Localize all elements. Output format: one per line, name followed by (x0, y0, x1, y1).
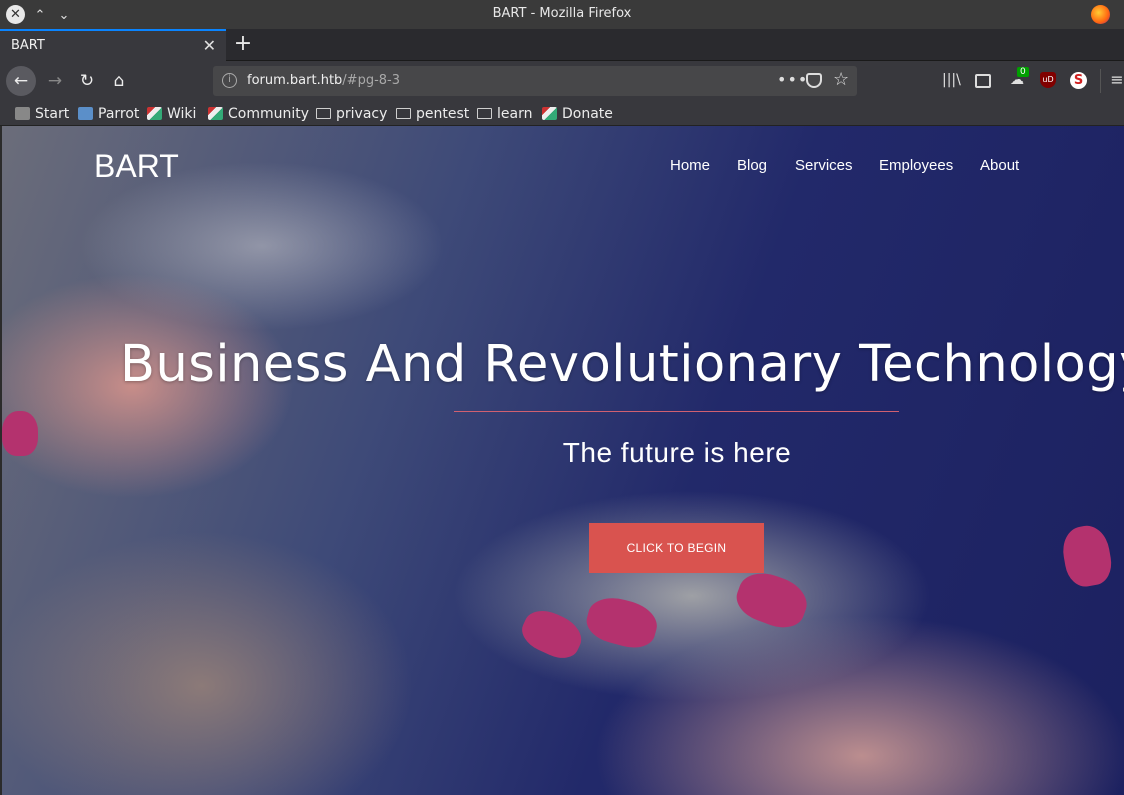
extension-s-icon[interactable]: S (1070, 72, 1087, 89)
bookmark-label: pentest (416, 105, 470, 122)
nav-home[interactable]: Home (670, 157, 710, 174)
site-info-icon[interactable]: i (222, 73, 237, 88)
bookmark-folder-privacy[interactable]: privacy (316, 104, 387, 123)
nav-employees[interactable]: Employees (879, 157, 953, 174)
window-titlebar: ✕ ⌃ ⌄ BART - Mozilla Firefox (0, 0, 1124, 29)
url-host: forum.bart.htb (247, 73, 343, 88)
tab-close-icon[interactable]: ✕ (203, 36, 216, 55)
url-bar[interactable]: i forum.bart.htb/#pg-8-3 ••• ☆ (213, 66, 857, 96)
bookmarks-toolbar: Start Parrot Wiki Community privacy pent… (0, 101, 1124, 126)
ublock-origin-icon[interactable]: uD (1040, 72, 1056, 88)
bookmark-wiki[interactable]: Wiki (147, 104, 196, 123)
pocket-icon[interactable] (806, 73, 822, 88)
firefox-logo-icon (1091, 5, 1110, 24)
bookmark-folder-pentest[interactable]: pentest (396, 104, 469, 123)
hero-divider (454, 411, 899, 412)
page-actions-button[interactable]: ••• (777, 70, 808, 89)
toolbar-separator (1100, 69, 1101, 93)
hero-title: Business And Revolutionary Technology (120, 335, 1124, 394)
extension-badge: 0 (1017, 67, 1029, 77)
bookmark-label: Wiki (167, 105, 197, 122)
parrot-icon (78, 107, 93, 120)
click-to-begin-button[interactable]: CLICK TO BEGIN (589, 523, 764, 573)
home-button[interactable]: ⌂ (104, 66, 134, 96)
folder-icon (316, 108, 331, 119)
bookmark-label: Donate (562, 105, 613, 122)
new-tab-button[interactable]: + (232, 31, 254, 56)
nav-about[interactable]: About (980, 157, 1019, 174)
forward-button[interactable]: → (40, 66, 70, 96)
bookmark-parrot[interactable]: Parrot (78, 104, 139, 123)
url-path: /#pg-8-3 (342, 73, 400, 88)
folder-icon (396, 108, 411, 119)
tab-bart[interactable]: BART ✕ (0, 29, 226, 61)
tab-title: BART (11, 38, 45, 53)
extension-icon[interactable]: ☁ 0 (1007, 67, 1029, 90)
hero-image-detail (582, 591, 662, 654)
reload-button[interactable]: ↻ (72, 66, 102, 96)
nav-services[interactable]: Services (795, 157, 853, 174)
bookmark-label: Community (228, 105, 310, 122)
hamburger-menu-icon[interactable]: ≡ (1110, 70, 1124, 89)
star-icon (15, 107, 30, 120)
library-icon[interactable]: |||\ (942, 72, 961, 90)
page-viewport: BART Home Blog Services Employees About … (2, 126, 1124, 795)
bookmark-label: privacy (336, 105, 388, 122)
bookmark-start[interactable]: Start (15, 104, 69, 123)
tab-strip: BART ✕ + (0, 29, 1124, 61)
kali-icon (542, 107, 557, 120)
folder-icon (477, 108, 492, 119)
window-title: BART - Mozilla Firefox (492, 6, 632, 21)
site-logo[interactable]: BART (94, 148, 179, 185)
hero-subtitle: The future is here (562, 437, 792, 468)
nav-blog[interactable]: Blog (737, 157, 767, 174)
bookmark-label: Parrot (98, 105, 140, 122)
bookmark-star-icon[interactable]: ☆ (833, 69, 849, 90)
hero-image-detail (730, 565, 814, 635)
bookmark-community[interactable]: Community (208, 104, 309, 123)
bookmark-donate[interactable]: Donate (542, 104, 613, 123)
url-text[interactable]: forum.bart.htb/#pg-8-3 (247, 73, 400, 88)
sidebar-toggle-icon[interactable] (975, 74, 991, 88)
back-button[interactable]: ← (6, 66, 36, 96)
hero-image-detail (1059, 522, 1115, 590)
kali-icon (208, 107, 223, 120)
hero-image-detail (516, 603, 588, 665)
bookmark-folder-learn[interactable]: learn (477, 104, 532, 123)
bookmark-label: Start (35, 105, 70, 122)
navigation-toolbar: ← → ↻ ⌂ i forum.bart.htb/#pg-8-3 ••• ☆ |… (0, 61, 1124, 101)
kali-icon (147, 107, 162, 120)
bookmark-label: learn (497, 105, 533, 122)
